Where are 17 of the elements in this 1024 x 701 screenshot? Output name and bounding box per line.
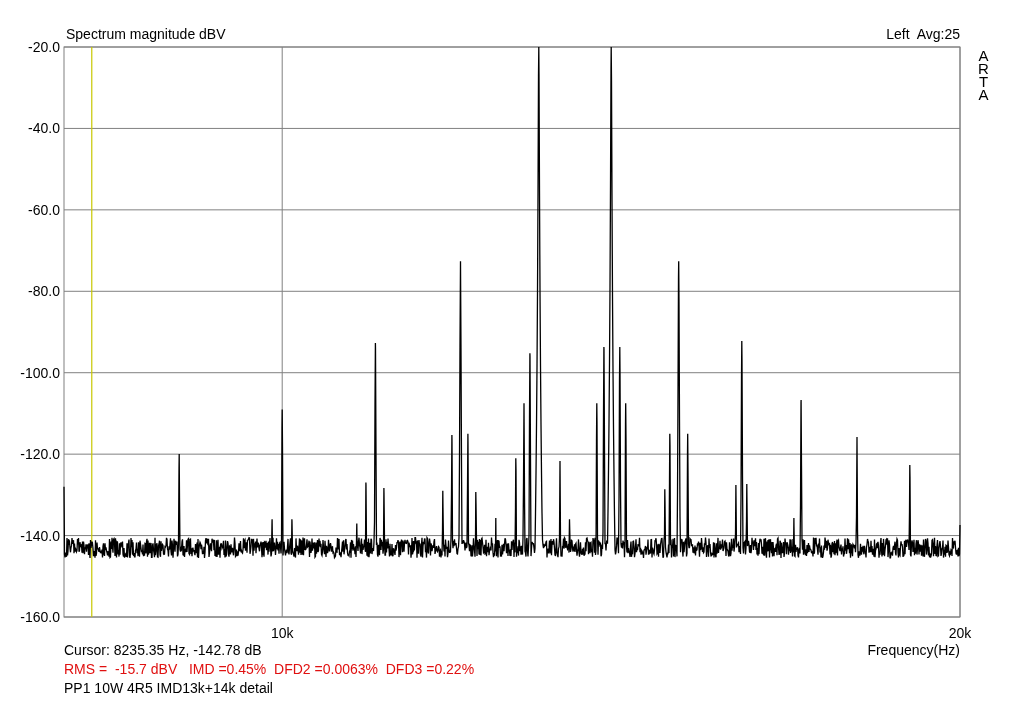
cursor-readout: Cursor: 8235.35 Hz, -142.78 dB <box>64 642 262 658</box>
chart-title: Spectrum magnitude dBV <box>66 26 227 44</box>
y-tick-label: -80.0 <box>28 283 60 300</box>
channel-info: Left Avg:25 <box>886 26 960 44</box>
x-tick-label: 20k <box>948 625 972 641</box>
y-tick-label: -40.0 <box>28 120 60 137</box>
y-tick-label: -140.0 <box>20 527 60 544</box>
y-tick-label: -120.0 <box>20 446 60 463</box>
y-tick-label: -100.0 <box>20 364 60 381</box>
y-tick-label: -160.0 <box>20 609 60 625</box>
y-tick-label: -20.0 <box>28 39 60 55</box>
x-axis-label: Frequency(Hz) <box>867 641 960 660</box>
measurement-note: PP1 10W 4R5 IMD13k+14k detail <box>63 679 274 698</box>
x-tick-label: 10k <box>270 625 294 641</box>
y-tick-label: -60.0 <box>28 201 60 218</box>
logo-text: ARTA <box>977 49 990 101</box>
measurement-readout: RMS = -15.7 dBV IMD =0.45% DFD2 =0.0063% DFD3 =0.22% <box>63 660 476 679</box>
